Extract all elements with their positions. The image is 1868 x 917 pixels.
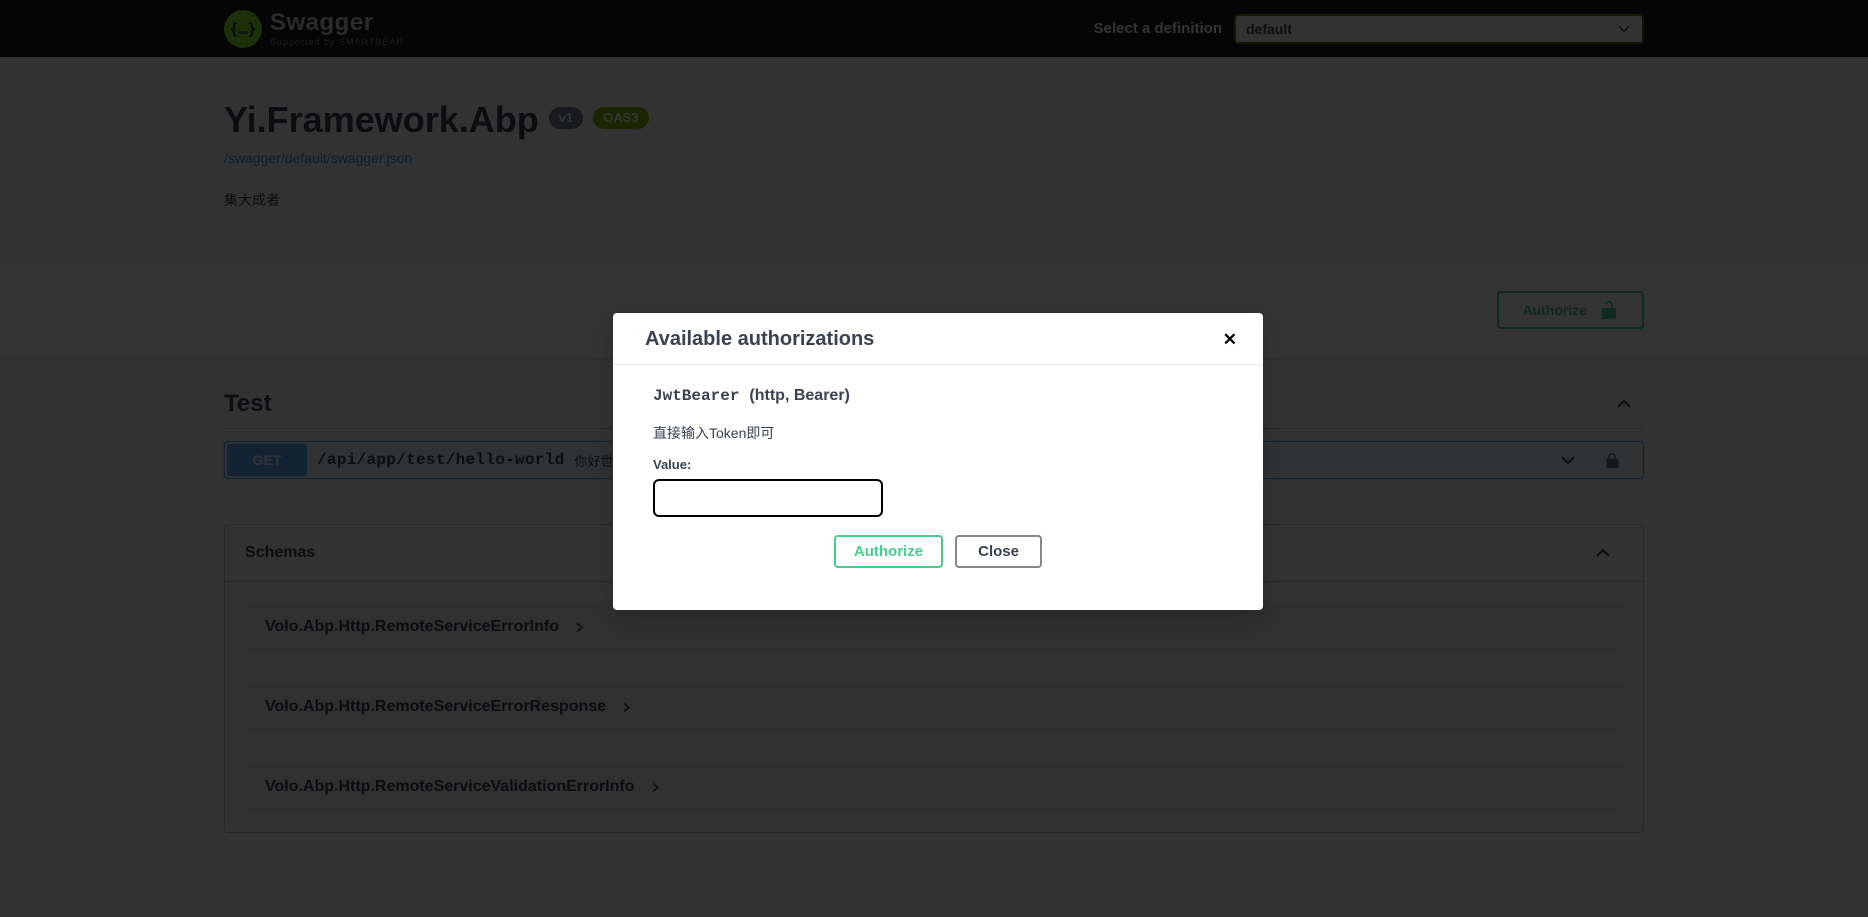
modal-close-button[interactable]: ✕ (1223, 331, 1237, 348)
modal-close-action-button[interactable]: Close (955, 535, 1042, 568)
modal-title: Available authorizations (645, 328, 874, 351)
auth-scheme-name: JwtBearer (653, 387, 739, 405)
auth-scheme-description: 直接输入Token即可 (653, 423, 1223, 443)
value-label: Value: (653, 457, 1223, 472)
modal-authorize-button[interactable]: Authorize (834, 535, 943, 568)
token-value-input[interactable] (653, 479, 883, 517)
auth-scheme-type: (http, Bearer) (749, 387, 849, 405)
authorizations-modal: Available authorizations ✕ JwtBearer (ht… (613, 313, 1263, 610)
